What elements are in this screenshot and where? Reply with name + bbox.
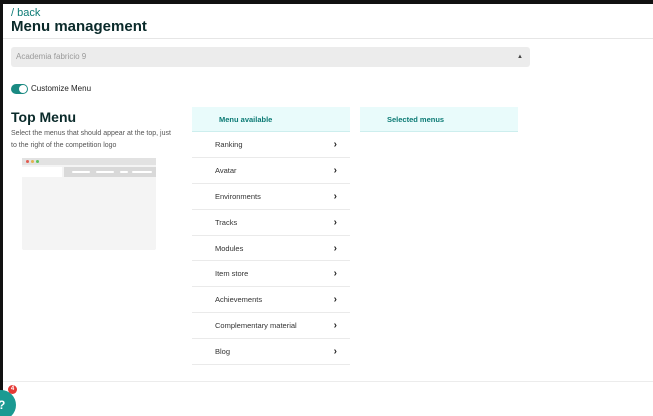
chat-notification-badge: 4 [8,385,17,394]
selected-menus-header: Selected menus [360,107,518,132]
menu-available-header: Menu available [192,107,350,132]
menu-item-label: Blog [215,347,231,357]
preview-dot-green [36,160,39,163]
preview-nav-item [132,171,152,173]
menu-available-column: Menu available Ranking › Avatar › Environm… [192,107,350,366]
preview-dot-yellow [31,160,34,163]
competition-select[interactable]: Academia fabricio 9 ▲ [11,47,530,67]
menu-item-achievements[interactable]: Achievements › [192,287,350,314]
menu-item-label: Achievements [215,295,263,305]
preview-nav-area [64,167,156,177]
preview-nav-item [96,171,114,173]
chevron-right-icon: › [333,268,337,280]
preview-logo-area [22,167,62,177]
menu-item-label: Ranking [215,140,243,149]
preview-dot-red [26,160,29,163]
chevron-right-icon: › [333,346,337,358]
menu-item-label: Complementary material [215,321,297,331]
footer-divider [3,381,653,382]
menu-item-item-store[interactable]: Item store › [192,261,350,288]
chevron-right-icon: › [333,164,337,176]
customize-menu-toggle[interactable] [11,84,28,94]
section-description: Select the menus that should appear at t… [11,130,171,149]
menu-item-blog[interactable]: Blog › [192,339,350,366]
menu-item-label: Tracks [215,217,238,227]
page-title: Menu management [11,18,147,35]
chevron-right-icon: › [333,294,337,306]
preview-nav-item [72,171,90,173]
chevron-right-icon: › [333,139,337,150]
menu-item-label: Modules [215,243,244,253]
chevron-right-icon: › [333,190,337,202]
preview-nav-item [120,171,128,173]
menu-item-modules[interactable]: Modules › [192,236,350,262]
chevron-right-icon: › [333,242,337,254]
chat-button[interactable]: ? [0,390,16,416]
menu-item-label: Item store [215,269,249,279]
customize-menu-label: Customize Menu [31,84,92,93]
window-left-border [0,0,3,416]
menu-item-ranking[interactable]: Ranking › [192,132,350,158]
selected-menus-column: Selected menus [360,107,518,132]
top-menu-preview-image [22,158,156,250]
header-divider [3,38,653,39]
window-top-border [0,0,653,4]
preview-browser-bar [22,158,156,165]
chevron-right-icon: › [333,320,337,332]
menu-item-tracks[interactable]: Tracks › [192,210,350,236]
menu-item-label: Avatar [215,165,237,175]
section-title: Top Menu [11,109,77,125]
menu-item-label: Environments [215,191,261,201]
menu-item-avatar[interactable]: Avatar › [192,158,350,184]
select-arrows-icon: ▲ [517,54,523,60]
chat-icon: ? [0,398,5,412]
menu-item-complementary-material[interactable]: Complementary material › [192,313,350,340]
competition-select-value: Academia fabricio 9 [16,52,87,61]
menu-item-environments[interactable]: Environments › [192,184,350,210]
toggle-knob [19,85,27,93]
chevron-right-icon: › [333,216,337,228]
